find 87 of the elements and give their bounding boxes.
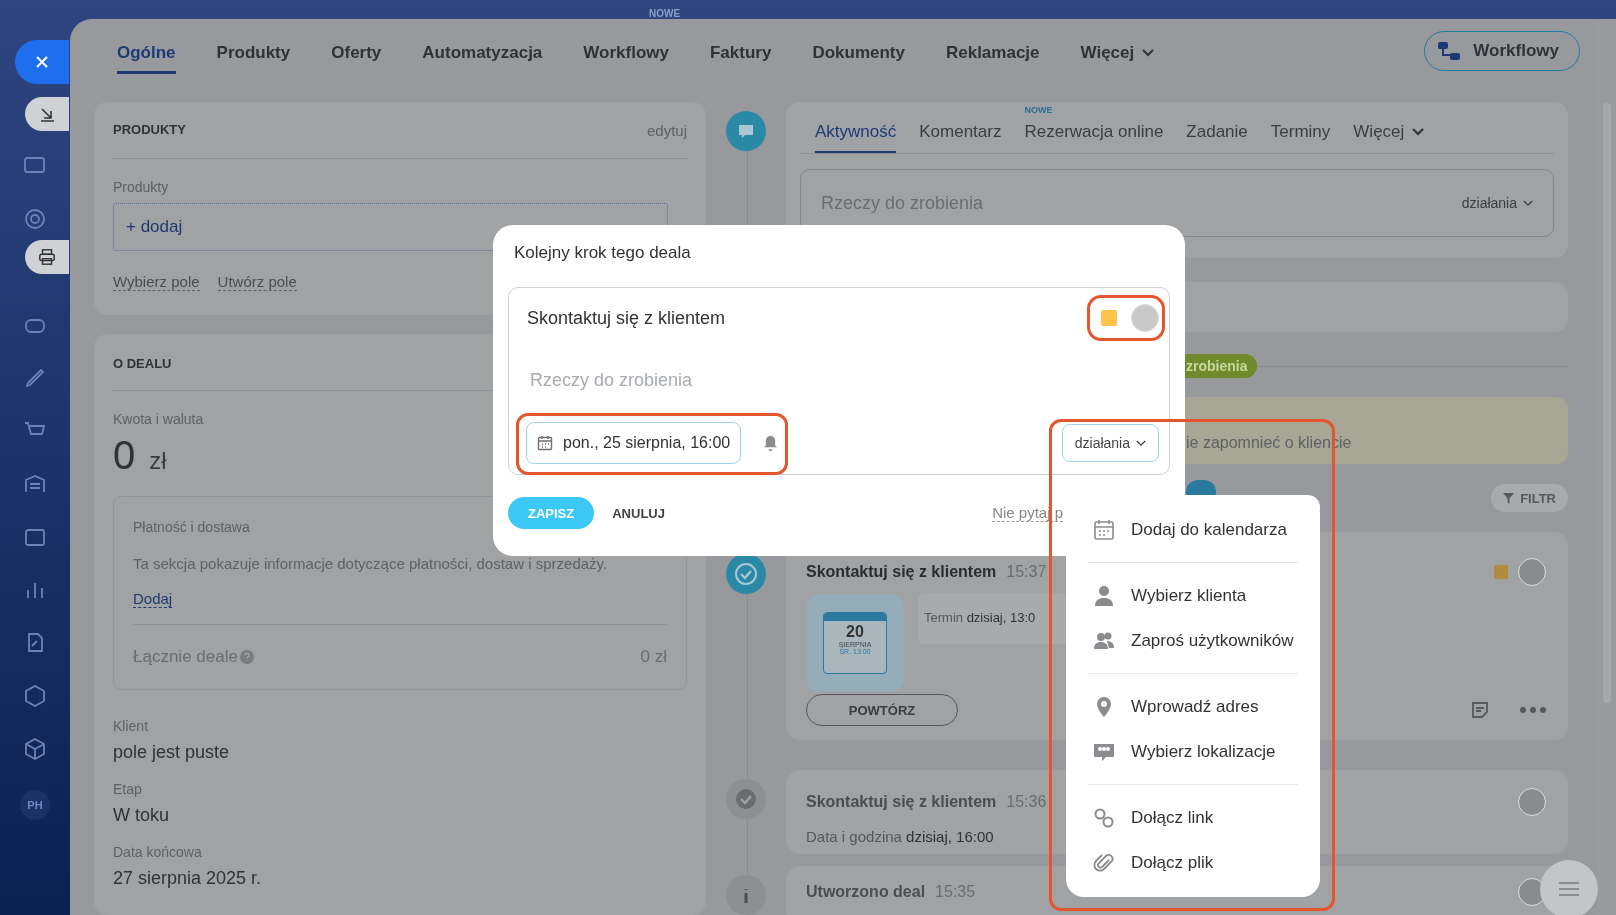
activity-tab[interactable]: NOWE Rezerwacja online bbox=[1024, 102, 1164, 153]
check-circle-icon bbox=[726, 554, 766, 594]
close-button[interactable] bbox=[15, 40, 69, 84]
calendar-icon bbox=[537, 435, 553, 451]
tab[interactable]: Faktury bbox=[709, 28, 772, 74]
tab[interactable]: Ogólne bbox=[117, 28, 176, 74]
tab[interactable]: Reklamacje bbox=[945, 28, 1040, 74]
actions-dropdown[interactable]: działania bbox=[1461, 195, 1533, 211]
timeline-detail: Data i godzina dzisiaj, 16:00 bbox=[806, 828, 994, 845]
target-icon[interactable] bbox=[23, 207, 47, 231]
activity-tab[interactable]: Zadanie bbox=[1186, 102, 1248, 153]
field-value: W toku bbox=[113, 805, 170, 826]
activity-tab[interactable]: Terminy bbox=[1270, 102, 1331, 153]
menu-item[interactable]: Wprowadź adres bbox=[1066, 684, 1320, 729]
calendar-icon bbox=[1093, 518, 1115, 541]
close-icon bbox=[35, 55, 49, 69]
date-picker-button[interactable]: pon., 25 sierpnia, 16:00 bbox=[526, 422, 742, 464]
timeline-title: Utworzono deal bbox=[806, 883, 926, 901]
cancel-button[interactable]: ANULUJ bbox=[612, 505, 665, 521]
minimize-button[interactable] bbox=[25, 97, 69, 131]
task-title-field[interactable]: Skontaktuj się z klientem bbox=[527, 307, 726, 329]
tab[interactable]: Produkty bbox=[216, 28, 291, 74]
tab[interactable]: Oferty bbox=[331, 28, 382, 74]
field-label: Data końcowa bbox=[113, 844, 203, 860]
chevron-down-icon bbox=[1523, 199, 1533, 207]
calendar-day: 20 bbox=[846, 623, 864, 641]
menu-item[interactable]: Wybierz klienta bbox=[1066, 573, 1320, 618]
link-icon bbox=[1093, 806, 1115, 829]
menu-item[interactable]: Dodaj do kalendarza bbox=[1066, 507, 1320, 552]
scrollbar[interactable] bbox=[1598, 19, 1616, 915]
tab[interactable]: Więcej bbox=[1080, 28, 1155, 74]
field-label: Klient bbox=[113, 718, 150, 734]
person-icon bbox=[1093, 584, 1115, 607]
hexagon-icon[interactable] bbox=[23, 684, 47, 708]
currency-label: zł bbox=[149, 447, 167, 475]
amount-value: 0 bbox=[113, 433, 136, 478]
avatar-placeholder bbox=[1518, 788, 1546, 816]
actions-dropdown[interactable]: działania bbox=[1061, 424, 1159, 462]
arrow-down-right-icon bbox=[38, 105, 56, 123]
filter-button[interactable]: FILTR bbox=[1491, 484, 1568, 512]
color-marker[interactable] bbox=[1101, 310, 1117, 326]
timeline-title: Skontaktuj się z klientem bbox=[806, 563, 997, 581]
field-label: Produkty bbox=[113, 179, 170, 195]
color-marker bbox=[1494, 565, 1508, 579]
menu-item[interactable]: Dołącz plik bbox=[1066, 840, 1320, 885]
chevron-down-icon bbox=[1136, 439, 1146, 447]
chevron-down-icon bbox=[1142, 48, 1155, 57]
activity-tab[interactable]: Aktywność bbox=[815, 102, 897, 153]
avatar-placeholder bbox=[1518, 558, 1546, 586]
help-icon[interactable] bbox=[239, 650, 254, 664]
print-button[interactable] bbox=[25, 240, 69, 274]
chevron-down-icon bbox=[1412, 128, 1425, 136]
timeline-title: Skontaktuj się z klientem bbox=[806, 793, 997, 811]
tab[interactable]: Dokumenty bbox=[812, 28, 905, 74]
field-link[interactable]: Wybierz pole bbox=[113, 273, 200, 291]
field-value: 27 sierpnia 2025 r. bbox=[113, 868, 263, 889]
field-value: pole jest puste bbox=[113, 742, 231, 763]
cube-icon[interactable] bbox=[23, 737, 47, 761]
activity-tab[interactable]: Komentarz bbox=[919, 102, 1002, 153]
tab[interactable]: Automatyzacja bbox=[422, 28, 543, 74]
menu-item[interactable]: Zaproś użytkowników bbox=[1066, 618, 1320, 663]
menu-item[interactable]: Dołącz link bbox=[1066, 795, 1320, 840]
description-field[interactable]: Rzeczy do zrobienia bbox=[530, 370, 1159, 391]
field-label: Kwota i waluta bbox=[113, 411, 205, 427]
note-icon[interactable] bbox=[1470, 700, 1490, 720]
user-initials-avatar[interactable]: PH bbox=[20, 790, 50, 820]
section-title: O DEALU bbox=[113, 356, 172, 371]
edit-link[interactable]: edytuj bbox=[646, 122, 687, 139]
deadline-text: Termin dzisiaj, 13:0 bbox=[924, 610, 1036, 625]
new-label: NOWE bbox=[649, 8, 681, 19]
more-dots-icon[interactable] bbox=[1520, 707, 1546, 713]
printer-icon bbox=[38, 248, 56, 266]
field-link[interactable]: Utwórz pole bbox=[217, 273, 297, 291]
menu-item[interactable]: Wybierz lokalizacje bbox=[1066, 729, 1320, 774]
paperclip-icon bbox=[1093, 851, 1115, 874]
bell-icon[interactable] bbox=[763, 434, 779, 452]
workflow-icon bbox=[1437, 41, 1462, 61]
comment-icon bbox=[726, 111, 766, 151]
tab[interactable]: Workflowy bbox=[583, 28, 669, 74]
list-icon bbox=[1558, 881, 1580, 897]
field-label: Etap bbox=[113, 781, 143, 797]
filter-icon bbox=[1503, 492, 1515, 504]
pencil-icon[interactable] bbox=[23, 366, 47, 390]
section-title: PRODUKTY bbox=[113, 122, 186, 139]
add-link[interactable]: Dodaj bbox=[133, 590, 173, 608]
new-label: NOWE bbox=[1024, 105, 1053, 115]
activity-tab[interactable]: Więcej bbox=[1353, 102, 1425, 153]
